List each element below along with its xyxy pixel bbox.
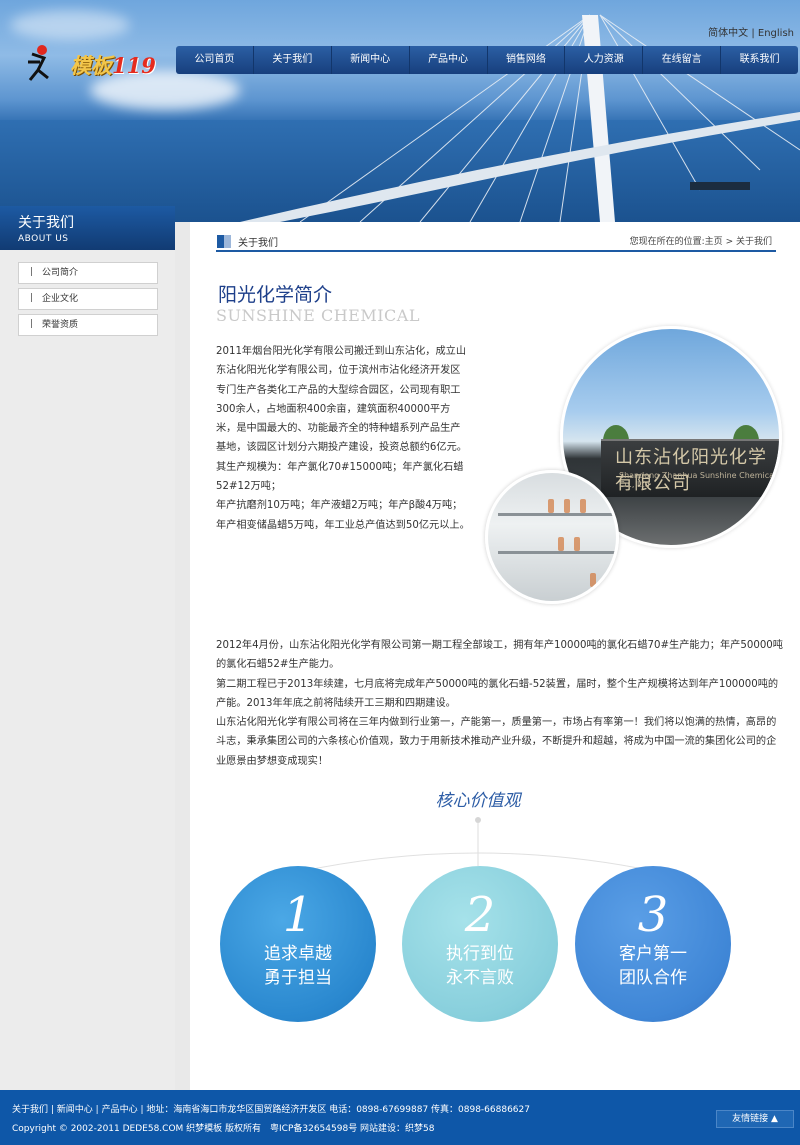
sidebar-menu: 公司简介 企业文化 荣誉资质 <box>0 262 175 336</box>
section-square-icon <box>217 235 231 248</box>
logo-text-a: 模板 <box>70 53 112 78</box>
page-title-en: SUNSHINE CHEMICAL <box>216 306 420 325</box>
intro-text: 2011年烟台阳光化学有限公司搬迁到山东沾化，成立山东沾化阳光化学有限公司，位于… <box>216 342 470 535</box>
footer-address: 地址：海南省海口市龙华区国贸路经济开发区 电话：0898-67699887 传真… <box>146 1105 530 1115</box>
item-bar-icon <box>31 319 32 328</box>
footer: 关于我们 | 新闻中心 | 产品中心 | 地址：海南省海口市龙华区国贸路经济开发… <box>0 1090 800 1145</box>
core-value-line1: 客户第一 <box>619 944 687 964</box>
footer-line-1: 关于我们 | 新闻中心 | 产品中心 | 地址：海南省海口市龙华区国贸路经济开发… <box>12 1105 530 1115</box>
lab-shelf <box>498 513 616 516</box>
header-banner: 模板119 简体中文 | English 公司首页 关于我们 新闻中心 产品中心… <box>0 0 800 222</box>
core-value-line2: 团队合作 <box>619 968 687 988</box>
lab-flask <box>574 537 580 551</box>
main-content: 关于我们 您现在所在的位置:主页 > 关于我们 阳光化学简介 SUNSHINE … <box>190 222 800 1090</box>
page-title: 阳光化学简介 <box>218 284 333 306</box>
sidebar: 关于我们 ABOUT US 公司简介 企业文化 荣誉资质 <box>0 206 175 1090</box>
main-nav: 公司首页 关于我们 新闻中心 产品中心 销售网络 人力资源 在线留言 联系我们 <box>176 46 798 74</box>
core-value-1: 1 追求卓越 勇于担当 <box>220 866 376 1022</box>
photo-sign-text-en: Shandong Zhanhua Sunshine Chemical Co., … <box>619 471 777 489</box>
nav-message[interactable]: 在线留言 <box>643 46 722 74</box>
intro-paragraph: 2011年烟台阳光化学有限公司搬迁到山东沾化，成立山东沾化阳光化学有限公司，位于… <box>216 346 467 454</box>
history-paragraph: 第二期工程已于2013年续建，七月底将完成年产50000吨的氯化石蜡-52装置，… <box>216 678 779 709</box>
friend-links-button[interactable]: 友情链接 ▲ <box>716 1110 794 1128</box>
intro-paragraph: 年产抗磨剂10万吨；年产液蜡2万吨；年产β酸4万吨； 年产相变储晶蜡5万吨，年工… <box>216 500 470 531</box>
sidebar-title-en: ABOUT US <box>18 234 69 244</box>
breadcrumb-bar: 关于我们 您现在所在的位置:主页 > 关于我们 <box>216 232 776 252</box>
intro-paragraph: 其生产规模为：年产氯化70#15000吨；年产氯化石蜡52#12万吨； <box>216 461 464 493</box>
core-value-2: 2 执行到位 永不言败 <box>402 866 558 1022</box>
sidebar-title: 关于我们 <box>18 215 74 231</box>
core-value-line1: 追求卓越 <box>264 944 332 964</box>
core-values-title: 核心价值观 <box>190 786 766 811</box>
banner-bridge-image <box>240 14 800 222</box>
sidebar-item-company-profile[interactable]: 公司简介 <box>18 262 158 284</box>
history-paragraph: 山东沾化阳光化学有限公司将在三年内做到行业第一，产能第一，质量第一，市场占有率第… <box>216 717 777 767</box>
breadcrumb-separator: > <box>725 237 734 247</box>
lab-photo <box>485 470 619 604</box>
item-bar-icon <box>31 267 32 276</box>
core-value-number: 3 <box>637 887 669 943</box>
lab-flask <box>564 499 570 513</box>
lang-separator: | <box>751 28 755 39</box>
nav-contact[interactable]: 联系我们 <box>721 46 798 74</box>
values-connector-arc <box>297 817 659 873</box>
core-value-number: 1 <box>282 887 314 943</box>
sidebar-item-culture[interactable]: 企业文化 <box>18 288 158 310</box>
breadcrumb-current[interactable]: 关于我们 <box>736 237 772 247</box>
nav-news[interactable]: 新闻中心 <box>332 46 410 74</box>
logo-text-b: 119 <box>112 53 156 78</box>
language-switch: 简体中文 | English <box>708 24 794 39</box>
sidebar-header: 关于我们 ABOUT US <box>0 206 175 250</box>
breadcrumb-prefix: 您现在所在的位置: <box>629 237 705 247</box>
core-value-line1: 执行到位 <box>446 944 514 964</box>
footer-link-products[interactable]: 产品中心 <box>102 1105 138 1115</box>
nav-hr[interactable]: 人力资源 <box>565 46 644 74</box>
item-bar-icon <box>31 293 32 302</box>
lang-chinese-link[interactable]: 简体中文 <box>708 28 748 39</box>
logo-text[interactable]: 模板119 <box>70 50 156 80</box>
footer-link-about[interactable]: 关于我们 <box>12 1105 48 1115</box>
lang-english-link[interactable]: English <box>758 28 794 39</box>
lab-flask <box>590 573 596 587</box>
sidebar-item-label: 公司简介 <box>42 268 79 278</box>
core-values-title-text: 核心价值观 <box>435 791 521 811</box>
history-paragraph: 2012年4月份，山东沾化阳光化学有限公司第一期工程全部竣工，拥有年产10000… <box>216 640 783 671</box>
sidebar-item-honors[interactable]: 荣誉资质 <box>18 314 158 336</box>
nav-home[interactable]: 公司首页 <box>176 46 254 74</box>
footer-link-news[interactable]: 新闻中心 <box>57 1105 93 1115</box>
section-title: 关于我们 <box>238 238 278 249</box>
breadcrumb: 您现在所在的位置:主页 > 关于我们 <box>630 234 772 247</box>
core-value-3: 3 客户第一 团队合作 <box>575 866 731 1022</box>
history-text: 2012年4月份，山东沾化阳光化学有限公司第一期工程全部竣工，拥有年产10000… <box>216 636 786 771</box>
core-value-number: 2 <box>464 887 496 943</box>
sidebar-item-label: 荣誉资质 <box>42 320 79 330</box>
lab-flask <box>558 537 564 551</box>
lab-flask <box>580 499 586 513</box>
breadcrumb-home-link[interactable]: 主页 <box>705 237 723 247</box>
nav-products[interactable]: 产品中心 <box>410 46 488 74</box>
footer-copyright: Copyright © 2002-2011 DEDE58.COM 织梦模板 版权… <box>12 1124 435 1134</box>
lab-flask <box>548 499 554 513</box>
lab-shelf <box>498 551 616 554</box>
core-value-line2: 永不言败 <box>446 968 514 988</box>
nav-about[interactable]: 关于我们 <box>254 46 332 74</box>
core-value-line2: 勇于担当 <box>264 968 332 988</box>
nav-sales[interactable]: 销售网络 <box>488 46 566 74</box>
sidebar-item-label: 企业文化 <box>42 294 79 304</box>
